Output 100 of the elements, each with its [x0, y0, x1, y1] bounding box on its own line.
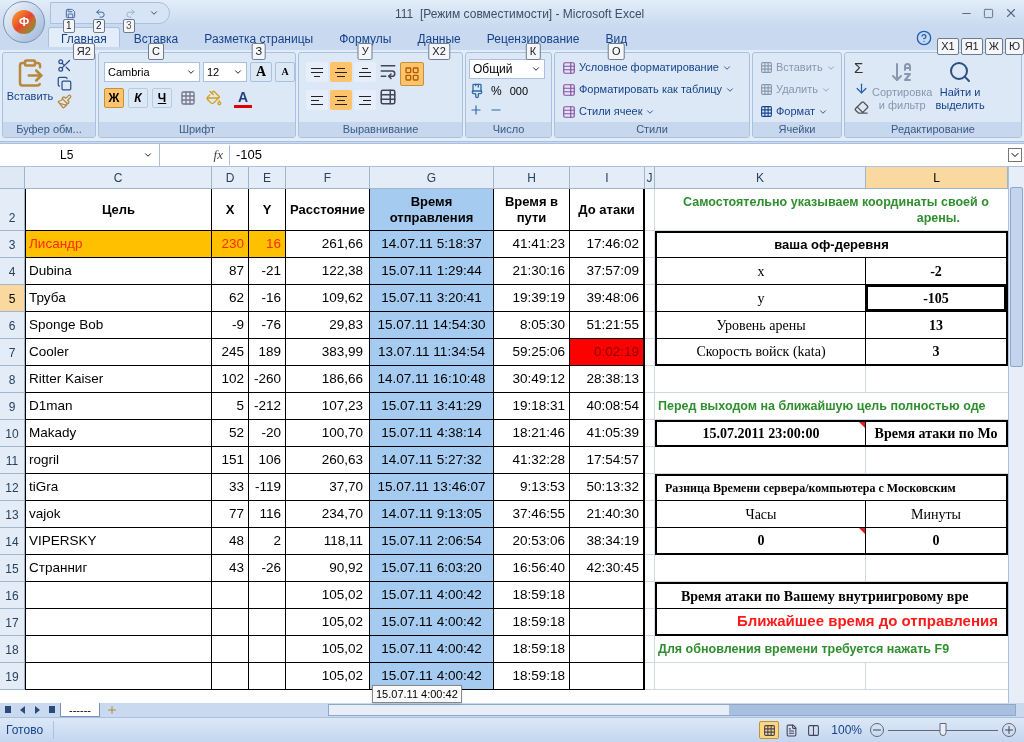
- align-button[interactable]: [354, 90, 376, 110]
- last-sheet-icon[interactable]: [49, 706, 56, 713]
- row-header[interactable]: 11: [0, 447, 25, 474]
- scrollbar-thumb[interactable]: [1010, 187, 1023, 367]
- expand-icon[interactable]: [1008, 148, 1022, 162]
- row-header[interactable]: 16: [0, 582, 25, 609]
- help-icon[interactable]: [916, 30, 932, 46]
- name-box[interactable]: L5: [0, 144, 160, 166]
- row-header[interactable]: 4: [0, 258, 25, 285]
- restore-icon[interactable]: [983, 7, 994, 19]
- vertical-scrollbar[interactable]: [1008, 167, 1024, 703]
- row-header[interactable]: 13: [0, 501, 25, 528]
- cut-icon[interactable]: [57, 58, 72, 73]
- table-cell[interactable]: 3: [866, 339, 1006, 364]
- font-size-value: 12: [207, 64, 220, 80]
- font-color-button[interactable]: A: [234, 88, 252, 108]
- column-header[interactable]: H: [494, 167, 570, 189]
- scrollbar-thumb[interactable]: [329, 705, 729, 715]
- sum-button[interactable]: Σ: [854, 59, 869, 77]
- column-header[interactable]: E: [249, 167, 286, 189]
- cells-menu-button[interactable]: Формат: [760, 102, 836, 121]
- zoom-level[interactable]: 100%: [831, 721, 862, 739]
- bold-button[interactable]: Ж: [104, 88, 124, 108]
- paste-button[interactable]: Вставить: [6, 56, 54, 122]
- shrink-font-button[interactable]: A: [275, 62, 295, 82]
- horizontal-scrollbar[interactable]: [328, 704, 1016, 716]
- formula-input[interactable]: -105: [230, 145, 1008, 165]
- column-header[interactable]: D: [212, 167, 249, 189]
- zoom-slider-thumb[interactable]: [939, 723, 947, 736]
- zoom-slider[interactable]: [888, 723, 998, 737]
- row-header[interactable]: 6: [0, 312, 25, 339]
- column-header[interactable]: C: [25, 167, 212, 189]
- table-cell[interactable]: 0: [866, 528, 1006, 553]
- table-cell: Время атаки по Вашему внутриигровому вре: [655, 582, 1008, 609]
- italic-button[interactable]: К: [128, 88, 148, 108]
- table-cell[interactable]: 13: [866, 312, 1006, 338]
- table-cell: 230: [212, 231, 249, 258]
- fill-color-icon[interactable]: [206, 90, 222, 106]
- grow-font-button[interactable]: A: [250, 62, 272, 82]
- grid-icon: [404, 66, 420, 82]
- table-cell: Makady: [25, 420, 212, 447]
- font-name-field[interactable]: Cambria: [104, 62, 200, 82]
- percent-button[interactable]: %: [489, 82, 504, 100]
- styles-menu-button[interactable]: Условное форматирование: [562, 58, 736, 77]
- zoom-in-icon[interactable]: [1002, 723, 1016, 737]
- column-header[interactable]: I: [570, 167, 645, 189]
- table-cell: 18:21:46: [494, 420, 570, 447]
- fill-down-icon[interactable]: [854, 81, 869, 96]
- align-button[interactable]: [330, 90, 352, 110]
- row-header[interactable]: 12: [0, 474, 25, 501]
- sheet-tab[interactable]: ------: [60, 703, 100, 717]
- table-cell[interactable]: -2: [866, 258, 1006, 284]
- row-header[interactable]: 9: [0, 393, 25, 420]
- close-icon[interactable]: [1004, 6, 1018, 20]
- column-header[interactable]: G: [370, 167, 494, 189]
- row-header[interactable]: 15: [0, 555, 25, 582]
- table-cell[interactable]: -105: [866, 285, 1006, 311]
- row-header[interactable]: 3: [0, 231, 25, 258]
- row-header[interactable]: 14: [0, 528, 25, 555]
- column-header[interactable]: F: [286, 167, 370, 189]
- row-header[interactable]: 10: [0, 420, 25, 447]
- row-header[interactable]: 5: [0, 285, 25, 312]
- table-cell: [645, 555, 655, 582]
- increase-decimal-icon[interactable]: [469, 103, 483, 117]
- styles-menu-button[interactable]: Стили ячеек: [562, 102, 736, 121]
- column-header[interactable]: K: [655, 167, 866, 189]
- row-header[interactable]: 17: [0, 609, 25, 636]
- key-tip: З: [251, 43, 267, 60]
- row-header[interactable]: 7: [0, 339, 25, 366]
- underline-button[interactable]: Ч: [152, 88, 172, 108]
- office-button[interactable]: Ф: [3, 1, 45, 43]
- find-select-button[interactable]: Найти и выделить: [935, 56, 985, 122]
- row-header[interactable]: 8: [0, 366, 25, 393]
- copy-icon[interactable]: [57, 76, 72, 91]
- first-sheet-icon[interactable]: [4, 706, 11, 713]
- styles-menu-button[interactable]: Форматировать как таблицу: [562, 80, 736, 99]
- table-cell: x: [657, 258, 866, 284]
- view-normal-button[interactable]: [759, 721, 780, 739]
- table-cell: -26: [249, 555, 286, 582]
- align-button[interactable]: [306, 62, 328, 82]
- table-cell: Разница Времени сервера/компьютера с Московским: [655, 474, 1008, 501]
- status-text: Готово: [0, 721, 55, 739]
- eraser-icon[interactable]: [854, 100, 869, 115]
- align-button[interactable]: [354, 62, 376, 82]
- thousands-button[interactable]: 000: [507, 82, 531, 100]
- fx-label[interactable]: fx: [160, 145, 230, 165]
- column-header[interactable]: L: [866, 167, 1008, 189]
- align-button[interactable]: [306, 90, 328, 110]
- align-button[interactable]: [330, 62, 352, 82]
- number-format-field[interactable]: Общий: [469, 59, 545, 79]
- customize-icon[interactable]: [149, 8, 159, 18]
- row-header[interactable]: 18: [0, 636, 25, 663]
- row-header[interactable]: 2: [0, 189, 25, 231]
- table-cell[interactable]: Минуты: [866, 501, 1006, 527]
- borders-icon[interactable]: [180, 90, 196, 106]
- table-cell: 20:53:06: [494, 528, 570, 555]
- font-size-field[interactable]: 12: [203, 62, 247, 82]
- row-header[interactable]: 19: [0, 663, 25, 690]
- table-cell[interactable]: Время атаки по Мо: [866, 422, 1006, 445]
- table-cell: 102: [212, 366, 249, 393]
